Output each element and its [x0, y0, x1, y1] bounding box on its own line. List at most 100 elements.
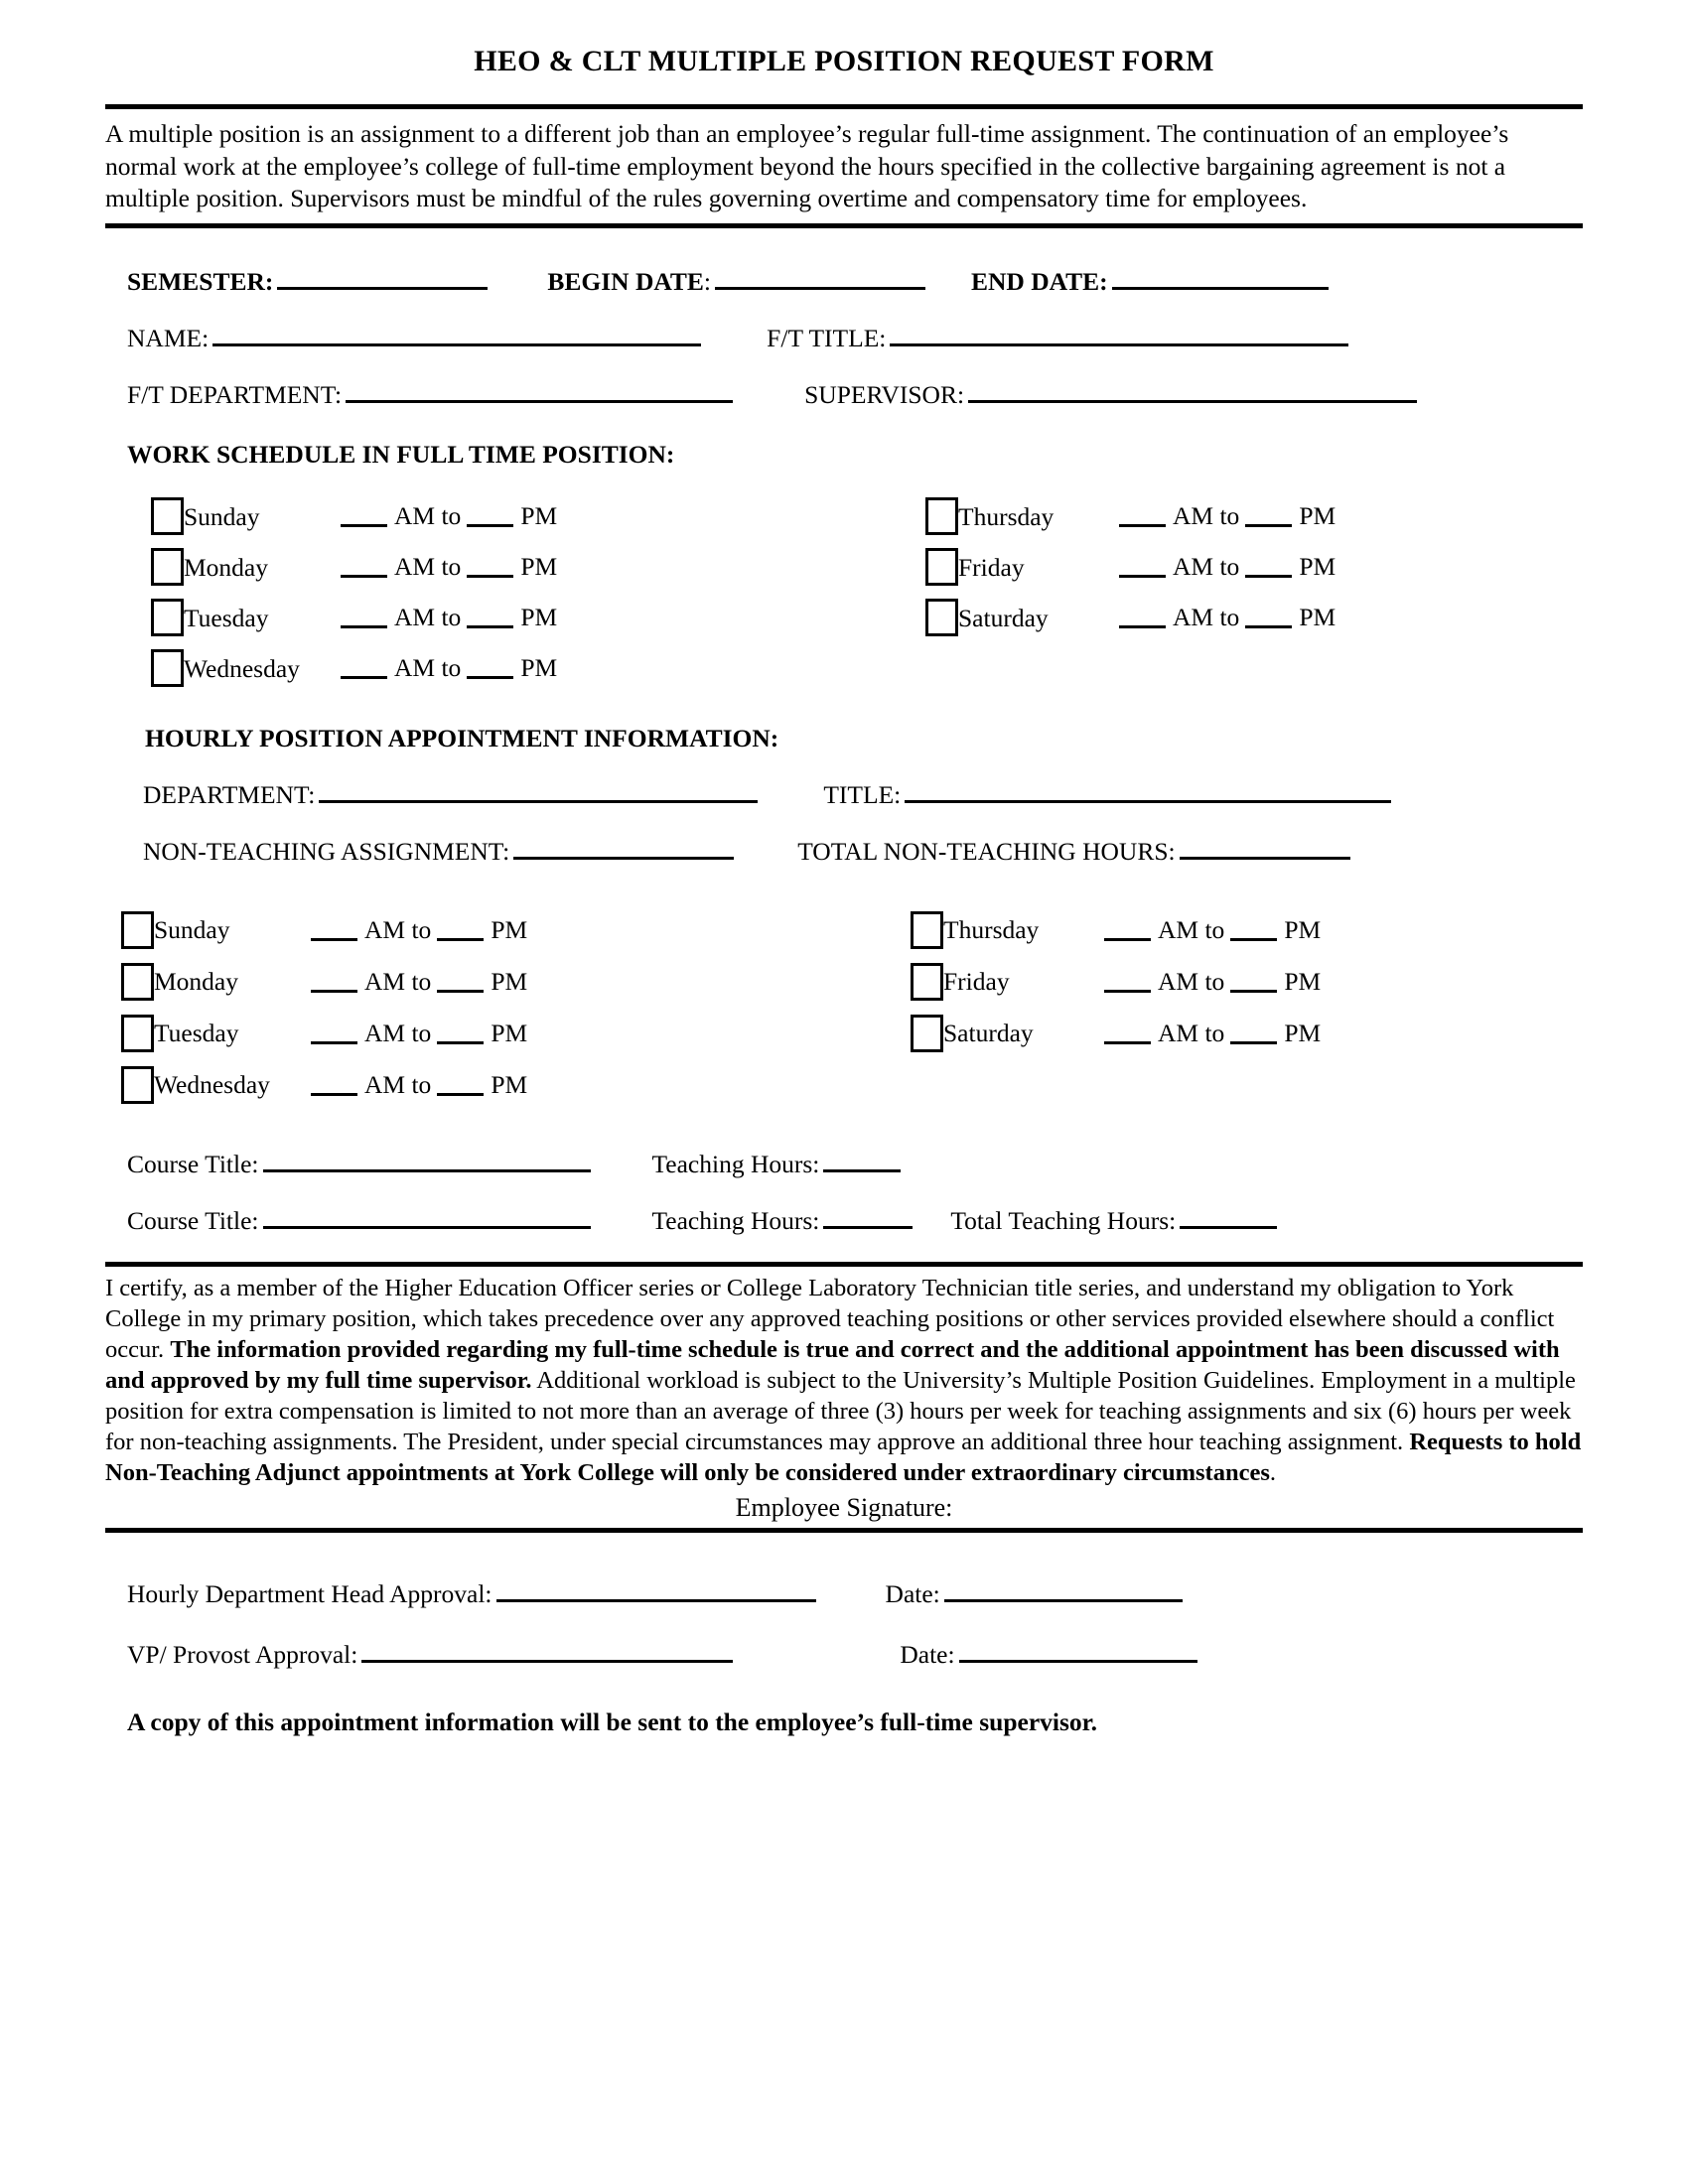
- work-friday-end-time[interactable]: [1245, 556, 1293, 579]
- dept-head-approval-row: Hourly Department Head Approval: Date:: [105, 1578, 1583, 1609]
- checkbox-hourly-thursday[interactable]: [911, 910, 943, 949]
- hourly-monday-end-time[interactable]: [437, 971, 485, 993]
- hourly-friday-end-time[interactable]: [1230, 971, 1278, 993]
- work-schedule-heading: WORK SCHEDULE IN FULL TIME POSITION:: [127, 439, 675, 469]
- work-wednesday-pm-label: PM: [520, 653, 558, 683]
- day-label-friday: Friday: [958, 552, 1025, 582]
- teaching-hours-input-1[interactable]: [823, 1149, 902, 1172]
- hourly-friday-pm-label: PM: [1284, 966, 1322, 996]
- hourly-sunday-start-time[interactable]: [311, 919, 357, 941]
- footnote-block: A copy of this appointment information w…: [105, 1707, 1583, 1737]
- teaching-hours-input-2[interactable]: [823, 1205, 914, 1229]
- work-monday-start-time[interactable]: [341, 556, 387, 579]
- hourly-friday-start-time[interactable]: [1104, 971, 1151, 993]
- work-tuesday-start-time[interactable]: [341, 607, 387, 629]
- course-title-input-2[interactable]: [262, 1205, 591, 1229]
- work-schedule-block: WORK SCHEDULE IN FULL TIME POSITION:: [105, 440, 1583, 470]
- work-tuesday-pm-label: PM: [520, 603, 558, 632]
- hourly-monday-start-time[interactable]: [311, 971, 357, 993]
- hourly-day-label-sunday: Sunday: [154, 915, 230, 945]
- checkbox-work-wednesday[interactable]: [151, 649, 184, 688]
- hourly-tuesday-start-time[interactable]: [311, 1023, 357, 1044]
- hourly-department-label: DEPARTMENT:: [143, 779, 316, 809]
- hourly-day-label-thursday: Thursday: [943, 915, 1040, 945]
- work-schedule-row-thursday: Thursday AM to PM: [925, 491, 1583, 542]
- hourly-schedule-row-saturday: Saturday AM to PM: [911, 1008, 1583, 1059]
- work-schedule-left-column: Sunday AM to PM Monday AM to PM Tuesday …: [105, 491, 808, 694]
- hourly-sunday-end-time[interactable]: [437, 919, 485, 941]
- checkbox-work-thursday[interactable]: [925, 497, 958, 536]
- hourly-position-heading: HOURLY POSITION APPOINTMENT INFORMATION:: [145, 723, 779, 752]
- hourly-saturday-end-time[interactable]: [1230, 1023, 1278, 1044]
- checkbox-work-monday[interactable]: [151, 548, 184, 587]
- ft-department-row: F/T DEPARTMENT: SUPERVISOR:: [105, 379, 1583, 410]
- teaching-hours-label-1: Teaching Hours:: [651, 1149, 820, 1178]
- work-thursday-end-time[interactable]: [1245, 505, 1293, 528]
- checkbox-hourly-tuesday[interactable]: [121, 1014, 154, 1052]
- dept-head-approval-input[interactable]: [495, 1578, 816, 1602]
- end-date-input[interactable]: [1111, 266, 1329, 290]
- work-saturday-end-time[interactable]: [1245, 607, 1293, 629]
- checkbox-hourly-saturday[interactable]: [911, 1014, 943, 1052]
- hourly-wednesday-start-time[interactable]: [311, 1074, 357, 1096]
- work-friday-start-time[interactable]: [1119, 556, 1166, 579]
- hourly-schedule-row-tuesday: Tuesday AM to PM: [121, 1008, 793, 1059]
- work-thursday-start-time[interactable]: [1119, 505, 1166, 528]
- vp-provost-approval-input[interactable]: [361, 1639, 734, 1663]
- work-saturday-start-time[interactable]: [1119, 607, 1166, 629]
- total-non-teaching-hours-input[interactable]: [1179, 836, 1350, 860]
- work-tuesday-end-time[interactable]: [467, 607, 514, 629]
- non-teaching-row: NON-TEACHING ASSIGNMENT: TOTAL NON-TEACH…: [105, 836, 1583, 867]
- supervisor-input[interactable]: [968, 379, 1418, 403]
- hourly-tuesday-pm-label: PM: [491, 1018, 528, 1047]
- begin-date-colon: :: [703, 266, 711, 296]
- work-sunday-start-time[interactable]: [341, 505, 387, 528]
- checkbox-work-saturday[interactable]: [925, 599, 958, 637]
- hourly-thursday-end-time[interactable]: [1230, 919, 1278, 941]
- checkbox-hourly-friday[interactable]: [911, 962, 943, 1001]
- course-row-2-block: Course Title: Teaching Hours: Total Teac…: [105, 1205, 1583, 1236]
- work-schedule-row-friday: Friday AM to PM: [925, 542, 1583, 593]
- hourly-day-label-friday: Friday: [943, 967, 1010, 997]
- work-schedule-right-column: Thursday AM to PM Friday AM to PM Saturd…: [808, 491, 1583, 694]
- hourly-tuesday-end-time[interactable]: [437, 1023, 485, 1044]
- non-teaching-assignment-input[interactable]: [513, 836, 735, 860]
- hourly-day-label-tuesday: Tuesday: [154, 1019, 239, 1048]
- work-monday-end-time[interactable]: [467, 556, 514, 579]
- certification-paragraph: I certify, as a member of the Higher Edu…: [105, 1267, 1583, 1489]
- hourly-thursday-am-label: AM to: [1158, 914, 1225, 944]
- checkbox-hourly-sunday[interactable]: [121, 910, 154, 949]
- checkbox-work-sunday[interactable]: [151, 497, 184, 536]
- dept-head-date-input[interactable]: [943, 1578, 1183, 1602]
- hourly-title-input[interactable]: [905, 779, 1392, 803]
- ft-department-input[interactable]: [346, 379, 734, 403]
- checkbox-hourly-monday[interactable]: [121, 962, 154, 1001]
- work-wednesday-end-time[interactable]: [467, 657, 514, 680]
- checkbox-hourly-wednesday[interactable]: [121, 1065, 154, 1104]
- vp-provost-date-input[interactable]: [958, 1639, 1197, 1663]
- course-title-input-1[interactable]: [262, 1149, 591, 1172]
- checkbox-work-tuesday[interactable]: [151, 599, 184, 637]
- hourly-department-input[interactable]: [319, 779, 759, 803]
- name-input[interactable]: [212, 323, 702, 346]
- hourly-thursday-start-time[interactable]: [1104, 919, 1151, 941]
- dept-head-date-label: Date:: [885, 1578, 940, 1608]
- ft-title-input[interactable]: [890, 323, 1349, 346]
- hourly-saturday-start-time[interactable]: [1104, 1023, 1151, 1044]
- ft-title-label: F/T TITLE:: [767, 323, 887, 352]
- checkbox-work-friday[interactable]: [925, 548, 958, 587]
- work-wednesday-start-time[interactable]: [341, 657, 387, 680]
- name-row: NAME: F/T TITLE:: [105, 323, 1583, 353]
- hourly-monday-pm-label: PM: [491, 966, 528, 996]
- work-sunday-end-time[interactable]: [467, 505, 514, 528]
- begin-date-input[interactable]: [715, 266, 925, 290]
- work-friday-pm-label: PM: [1299, 552, 1336, 582]
- intro-paragraph: A multiple position is an assignment to …: [105, 119, 1509, 213]
- day-label-monday: Monday: [184, 552, 268, 582]
- semester-input[interactable]: [277, 266, 489, 290]
- total-teaching-hours-input[interactable]: [1180, 1205, 1278, 1229]
- vp-provost-date-label: Date:: [900, 1639, 955, 1669]
- hourly-wednesday-end-time[interactable]: [437, 1074, 485, 1096]
- day-label-sunday: Sunday: [184, 501, 260, 531]
- work-thursday-pm-label: PM: [1299, 501, 1336, 531]
